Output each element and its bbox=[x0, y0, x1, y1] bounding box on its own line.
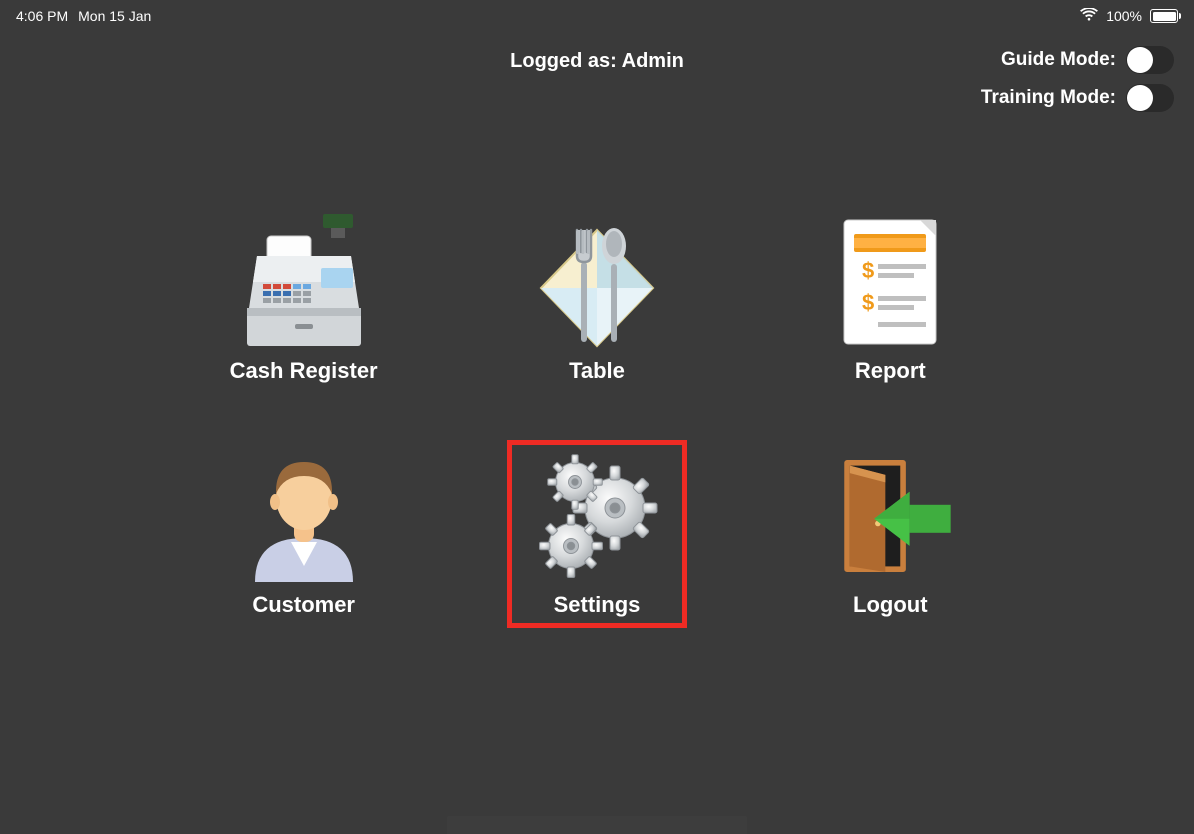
menu-item-customer[interactable]: Customer bbox=[214, 440, 394, 628]
logout-icon bbox=[820, 446, 960, 586]
cash-register-icon bbox=[234, 212, 374, 352]
menu-item-report[interactable]: $ $ Report bbox=[800, 206, 980, 394]
svg-text:$: $ bbox=[862, 290, 874, 315]
training-mode-row: Training Mode: bbox=[981, 84, 1174, 112]
training-mode-toggle[interactable] bbox=[1126, 84, 1174, 112]
menu-item-settings[interactable]: Settings bbox=[507, 440, 687, 628]
report-icon: $ $ bbox=[820, 212, 960, 352]
guide-mode-toggle[interactable] bbox=[1126, 46, 1174, 74]
menu-item-cash-register[interactable]: Cash Register bbox=[214, 206, 394, 394]
table-icon bbox=[527, 212, 667, 352]
logged-as-label: Logged as: bbox=[510, 50, 617, 72]
status-time: 4:06 PM bbox=[16, 8, 68, 24]
menu-label: Logout bbox=[853, 592, 928, 618]
logged-as: Logged as: Admin bbox=[510, 50, 684, 73]
svg-text:$: $ bbox=[862, 258, 874, 283]
menu-label: Report bbox=[855, 358, 926, 384]
logged-as-user: Admin bbox=[622, 50, 684, 72]
menu-label: Table bbox=[569, 358, 625, 384]
wifi-icon bbox=[1080, 8, 1098, 24]
battery-percent: 100% bbox=[1106, 8, 1142, 24]
menu-grid: Cash Register bbox=[187, 206, 1007, 628]
battery-icon bbox=[1150, 9, 1178, 23]
menu-label: Settings bbox=[554, 592, 641, 618]
bottom-bar bbox=[447, 816, 747, 834]
menu-label: Customer bbox=[252, 592, 355, 618]
status-bar: 4:06 PM Mon 15 Jan 100% bbox=[0, 0, 1194, 28]
menu-item-table[interactable]: Table bbox=[507, 206, 687, 394]
menu-label: Cash Register bbox=[230, 358, 378, 384]
guide-mode-row: Guide Mode: bbox=[981, 46, 1174, 74]
settings-icon bbox=[527, 446, 667, 586]
guide-mode-label: Guide Mode: bbox=[1001, 49, 1116, 71]
status-date: Mon 15 Jan bbox=[78, 8, 151, 24]
menu-item-logout[interactable]: Logout bbox=[800, 440, 980, 628]
customer-icon bbox=[234, 446, 374, 586]
header-row: Logged as: Admin Guide Mode: Training Mo… bbox=[0, 46, 1194, 116]
training-mode-label: Training Mode: bbox=[981, 87, 1116, 109]
